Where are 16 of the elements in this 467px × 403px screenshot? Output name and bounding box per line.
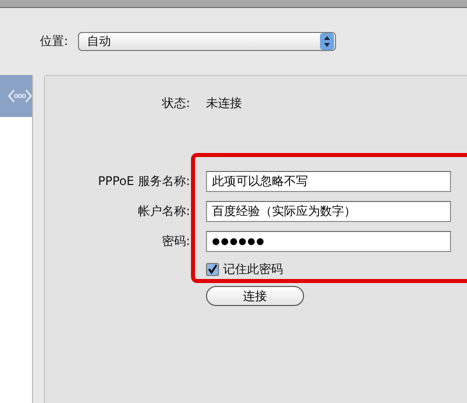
status-value: 未连接 <box>206 94 242 112</box>
field-label: PPPoE 服务名称: <box>96 173 190 190</box>
location-label: 位置: <box>40 32 68 50</box>
connect-button[interactable]: 连接 <box>206 286 304 306</box>
sidebar-item[interactable] <box>0 75 32 117</box>
password-field[interactable]: ●●●●●● <box>206 231 451 252</box>
network-service-icon <box>8 89 32 103</box>
remember-password-checkbox[interactable]: 记住此密码 <box>206 261 283 277</box>
field-label: 帐户名称: <box>136 203 190 220</box>
input-field[interactable]: 此项可以忽略不写 <box>206 171 451 192</box>
checkmark-icon <box>207 264 218 274</box>
field-label: 密码: <box>160 233 190 250</box>
status-label: 状态: <box>160 94 190 112</box>
location-dropdown[interactable]: 自动 <box>78 32 336 50</box>
dropdown-arrows-icon <box>320 32 334 50</box>
input-field[interactable]: 百度经验（实际应为数字） <box>206 201 451 222</box>
